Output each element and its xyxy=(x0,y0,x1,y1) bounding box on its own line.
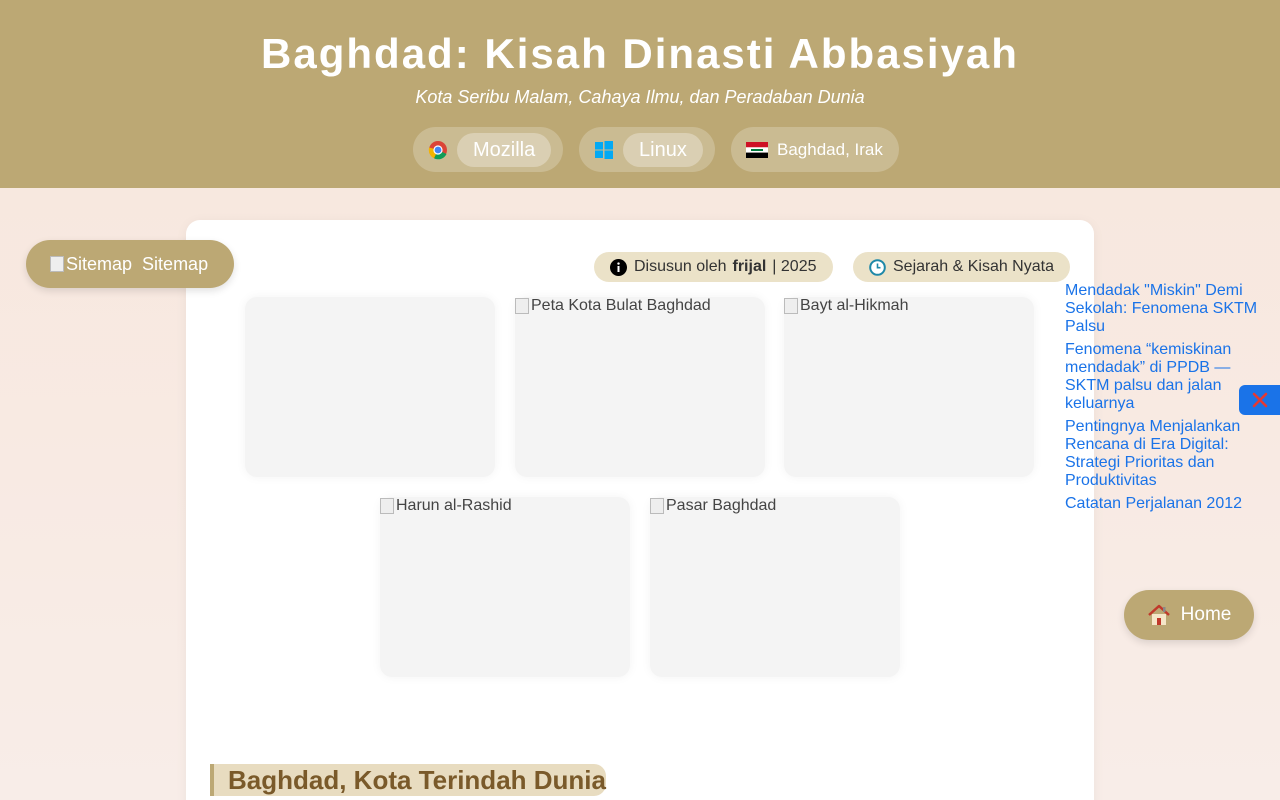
gallery-image-alt: Bayt al-Hikmah xyxy=(784,297,908,315)
related-link[interactable]: Catatan Perjalanan 2012 xyxy=(1065,495,1275,513)
info-icon xyxy=(610,258,627,276)
location-badge: Baghdad, Irak xyxy=(731,127,899,172)
chrome-icon xyxy=(428,140,448,160)
home-label: Home xyxy=(1180,604,1232,625)
related-link[interactable]: Pentingnya Menjalankan Rencana di Era Di… xyxy=(1065,418,1275,490)
gallery-alt-text: Pasar Baghdad xyxy=(666,497,777,514)
sitemap-alt-text: Sitemap xyxy=(66,253,133,274)
os-label: Linux xyxy=(623,132,703,167)
os-badge: Linux xyxy=(579,127,715,172)
broken-image-icon xyxy=(650,498,664,514)
gallery-alt-text: Harun al-Rashid xyxy=(396,497,512,514)
browser-badge: Mozilla xyxy=(413,127,563,172)
section-heading: Baghdad, Kota Terindah Dunia xyxy=(210,764,606,796)
broken-image-icon xyxy=(50,256,64,272)
author-badge: Disusun oleh frijal | 2025 xyxy=(594,252,833,282)
windows-icon xyxy=(594,140,614,160)
site-header: Baghdad: Kisah Dinasti Abbasiyah Kota Se… xyxy=(0,0,1280,188)
author-name: frijal xyxy=(732,258,767,275)
gallery-image[interactable]: Harun al-Rashid xyxy=(380,497,630,677)
sitemap-label: Sitemap xyxy=(142,253,209,274)
gallery-image[interactable] xyxy=(245,297,495,477)
broken-image-icon xyxy=(784,298,798,314)
related-link[interactable]: Mendadak "Miskin" Demi Sekolah: Fenomena… xyxy=(1065,282,1275,336)
page-subtitle: Kota Seribu Malam, Cahaya Ilmu, dan Pera… xyxy=(415,87,865,107)
category-label: Sejarah & Kisah Nyata xyxy=(893,258,1054,275)
category-badge: Sejarah & Kisah Nyata xyxy=(853,252,1070,282)
broken-image-icon xyxy=(380,498,394,514)
iraq-flag-icon xyxy=(746,141,768,158)
gallery-image-alt: Pasar Baghdad xyxy=(650,497,776,515)
close-icon xyxy=(1252,392,1268,408)
home-button[interactable]: Home xyxy=(1124,590,1254,640)
gallery-image-alt: Harun al-Rashid xyxy=(380,497,512,515)
location-label: Baghdad, Irak xyxy=(777,139,883,159)
page-title: Baghdad: Kisah Dinasti Abbasiyah xyxy=(261,30,1019,77)
sitemap-image: Sitemap xyxy=(50,254,132,275)
broken-image-icon xyxy=(515,298,529,314)
gallery-image-alt: Peta Kota Bulat Baghdad xyxy=(515,297,711,315)
author-prefix: Disusun oleh xyxy=(634,258,727,275)
gallery-image[interactable]: Pasar Baghdad xyxy=(650,497,900,677)
author-year: | 2025 xyxy=(772,258,817,275)
gallery-alt-text: Bayt al-Hikmah xyxy=(800,297,909,314)
browser-label: Mozilla xyxy=(457,132,552,167)
clock-icon xyxy=(869,258,886,276)
gallery-alt-text: Peta Kota Bulat Baghdad xyxy=(531,297,711,314)
close-related-button[interactable] xyxy=(1239,385,1280,415)
gallery-image[interactable]: Bayt al-Hikmah xyxy=(784,297,1034,477)
sitemap-button[interactable]: Sitemap Sitemap xyxy=(26,240,234,288)
gallery-image[interactable]: Peta Kota Bulat Baghdad xyxy=(515,297,765,477)
house-icon xyxy=(1147,604,1171,626)
